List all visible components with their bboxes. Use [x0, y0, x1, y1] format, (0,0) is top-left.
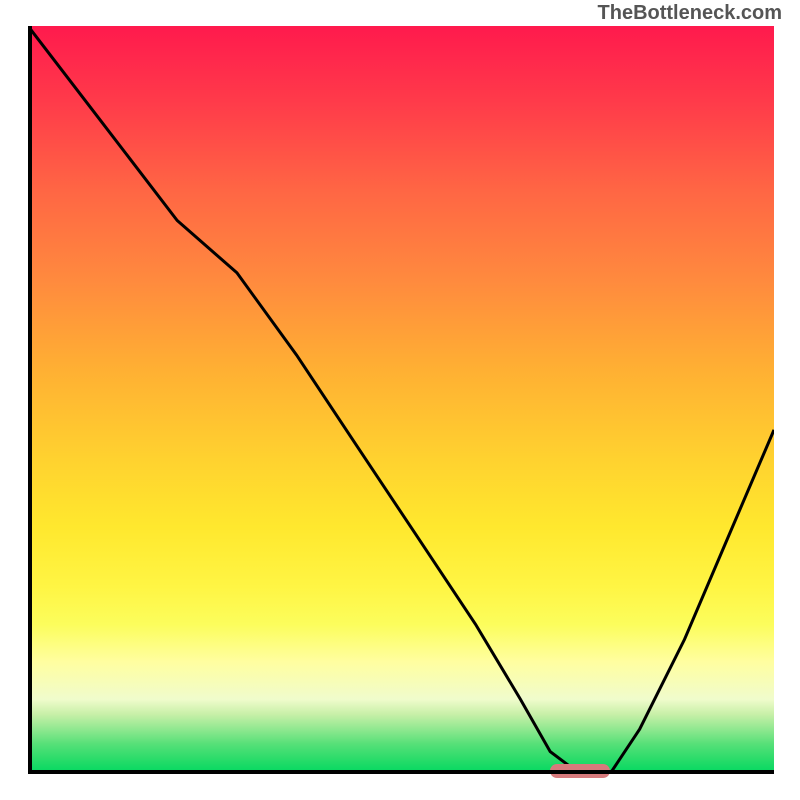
curve-svg — [28, 26, 774, 774]
x-axis — [28, 770, 774, 774]
y-axis — [28, 26, 32, 774]
chart-plot-area — [28, 26, 774, 774]
bottleneck-curve — [28, 26, 774, 774]
watermark-text: TheBottleneck.com — [598, 2, 782, 25]
